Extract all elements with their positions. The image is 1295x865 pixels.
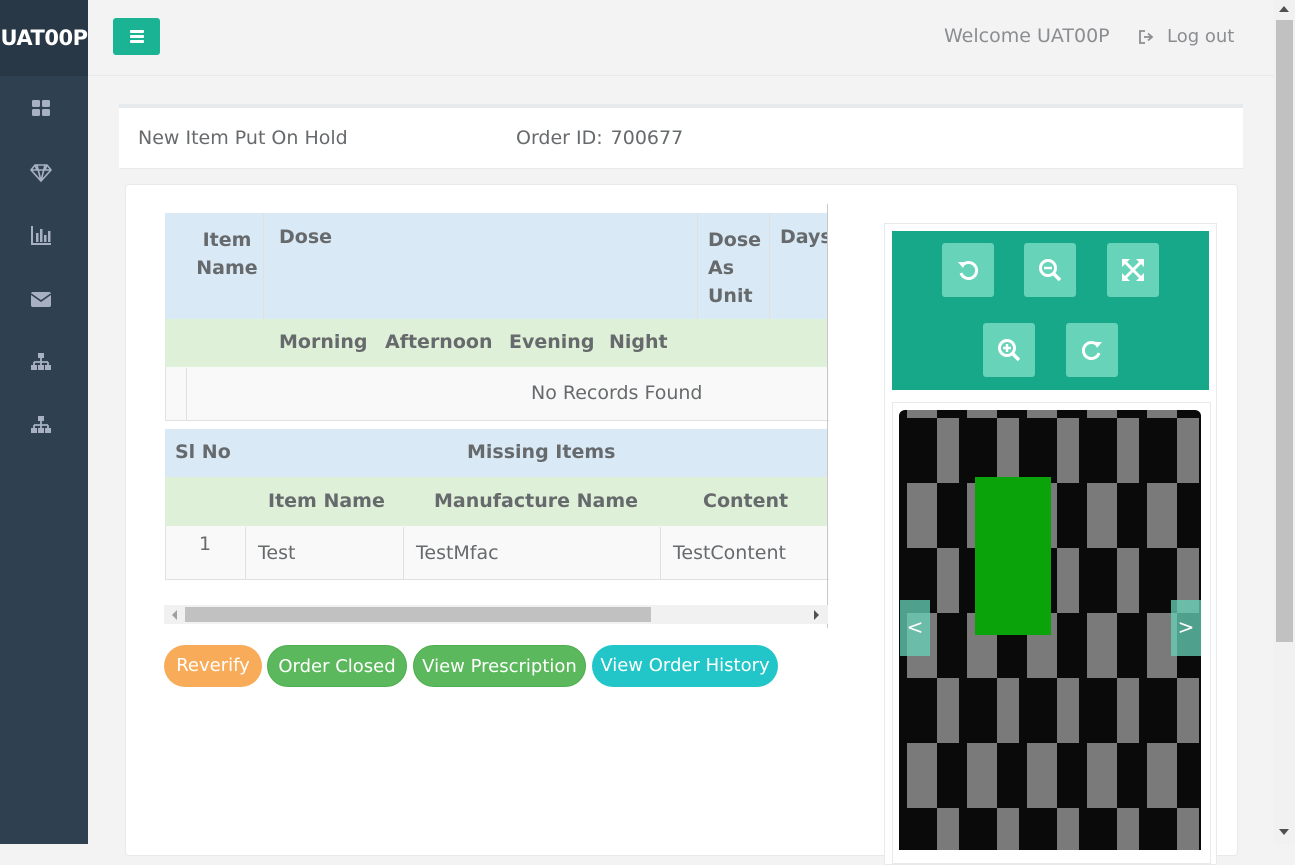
col-sl-no: Sl No [175,441,231,463]
horizontal-scroll-thumb[interactable] [185,607,651,622]
page-scrollbar[interactable] [1274,0,1295,844]
viewer-toolbar [892,231,1209,390]
col-content: Content [703,490,789,512]
prescription-image[interactable] [899,410,1201,850]
order-closed-button[interactable]: Order Closed [267,645,407,687]
page-title: New Item Put On Hold [138,127,348,149]
sidebar: UAT00P [0,0,88,844]
sitemap-icon[interactable] [29,350,53,374]
rotate-left-icon[interactable] [942,243,994,297]
sitemap-icon-2[interactable] [29,413,53,437]
scroll-down-icon[interactable] [1279,829,1289,835]
row-sl-no: 1 [199,533,212,555]
no-records-text: No Records Found [531,382,703,404]
next-image-button[interactable]: > [1171,600,1201,656]
scrollbar-thumb[interactable] [1276,20,1293,642]
scroll-right-icon[interactable] [814,610,819,620]
table-edge [827,204,828,628]
reverify-button[interactable]: Reverify [164,645,262,687]
logout-link[interactable]: Log out [1167,26,1234,47]
dose-empty-row [165,367,829,421]
col-manufacture-name: Manufacture Name [434,490,639,512]
col-evening: Evening [509,331,595,353]
table-horizontal-scrollbar[interactable] [164,605,828,624]
view-order-history-button[interactable]: View Order History [592,645,778,687]
page-header: New Item Put On Hold Order ID: 700677 [119,104,1243,169]
welcome-text: Welcome UAT00P [944,25,1110,47]
scroll-up-icon[interactable] [1279,6,1289,12]
col-morning: Morning [279,331,368,353]
col-dose: Dose [279,226,333,248]
row-item-name: Test [258,542,296,564]
col-night: Night [609,331,668,353]
envelope-icon[interactable] [29,287,53,311]
scroll-left-icon[interactable] [172,610,177,620]
zoom-out-icon[interactable] [1024,243,1076,297]
sign-out-icon[interactable] [1138,29,1155,45]
order-id-value: 700677 [610,127,684,149]
brand-logo[interactable]: UAT00P [0,0,88,76]
fullscreen-icon[interactable] [1107,243,1159,297]
zoom-in-icon[interactable] [983,323,1035,377]
row-manufacture-name: TestMfac [416,542,499,564]
col-missing-items: Missing Items [467,441,616,463]
col-days: Days [780,226,828,248]
dose-subheader [165,319,828,367]
col-afternoon: Afternoon [385,331,493,353]
row-content: TestContent [673,542,786,564]
col-missing-item-name: Item Name [268,490,385,512]
prev-image-button[interactable]: < [900,600,930,656]
view-prescription-button[interactable]: View Prescription [413,645,586,687]
top-navbar: Welcome UAT00P Log out [88,0,1274,76]
order-id-label: Order ID: [516,127,603,149]
diamond-icon[interactable] [29,160,53,184]
rotate-right-icon[interactable] [1066,323,1118,377]
dashboard-icon[interactable] [29,96,53,120]
col-item-name: Item Name [196,229,258,279]
menu-toggle-button[interactable] [113,18,160,55]
bar-chart-icon[interactable] [29,223,53,247]
order-id: Order ID: 700677 [516,127,683,149]
col-dose-as-unit: Dose As Unit [708,229,762,307]
